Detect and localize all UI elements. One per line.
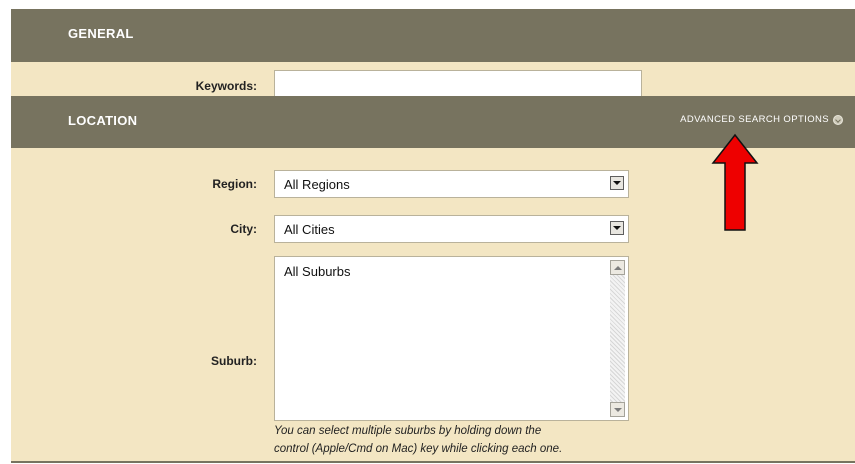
region-label: Region: bbox=[212, 177, 257, 191]
scroll-down-icon[interactable] bbox=[610, 402, 625, 417]
scroll-up-icon[interactable] bbox=[610, 260, 625, 275]
city-label: City: bbox=[230, 222, 257, 236]
suburb-hint-line-2: control (Apple/Cmd on Mac) key while cli… bbox=[274, 443, 563, 455]
advanced-search-options-link[interactable]: ADVANCED SEARCH OPTIONS bbox=[680, 114, 843, 125]
general-section-title: GENERAL bbox=[68, 26, 134, 41]
suburb-hint: You can select multiple suburbs by holdi… bbox=[274, 422, 654, 458]
dropdown-arrow-icon[interactable] bbox=[610, 221, 624, 235]
suburb-option[interactable]: All Suburbs bbox=[284, 264, 350, 279]
bottom-divider bbox=[11, 461, 855, 463]
chevron-down-icon bbox=[833, 114, 843, 125]
keywords-label: Keywords: bbox=[195, 79, 257, 93]
city-selected-value: All Cities bbox=[284, 222, 335, 237]
location-section-title: LOCATION bbox=[68, 113, 138, 128]
region-selected-value: All Regions bbox=[284, 177, 350, 192]
search-form-panel: GENERAL Keywords: LOCATION ADVANCED SEAR… bbox=[11, 9, 855, 463]
suburb-scrollbar[interactable] bbox=[610, 260, 625, 417]
general-section-header: GENERAL bbox=[11, 9, 855, 62]
arrow-up-icon bbox=[711, 133, 759, 231]
suburb-hint-line-1: You can select multiple suburbs by holdi… bbox=[274, 425, 542, 437]
region-select[interactable]: All Regions bbox=[274, 170, 629, 198]
dropdown-arrow-icon[interactable] bbox=[610, 176, 624, 190]
suburb-label: Suburb: bbox=[211, 354, 257, 368]
annotation-arrow-shape bbox=[711, 133, 759, 231]
suburb-multiselect[interactable]: All Suburbs bbox=[274, 256, 629, 421]
advanced-search-options-label: ADVANCED SEARCH OPTIONS bbox=[680, 114, 829, 125]
city-select[interactable]: All Cities bbox=[274, 215, 629, 243]
